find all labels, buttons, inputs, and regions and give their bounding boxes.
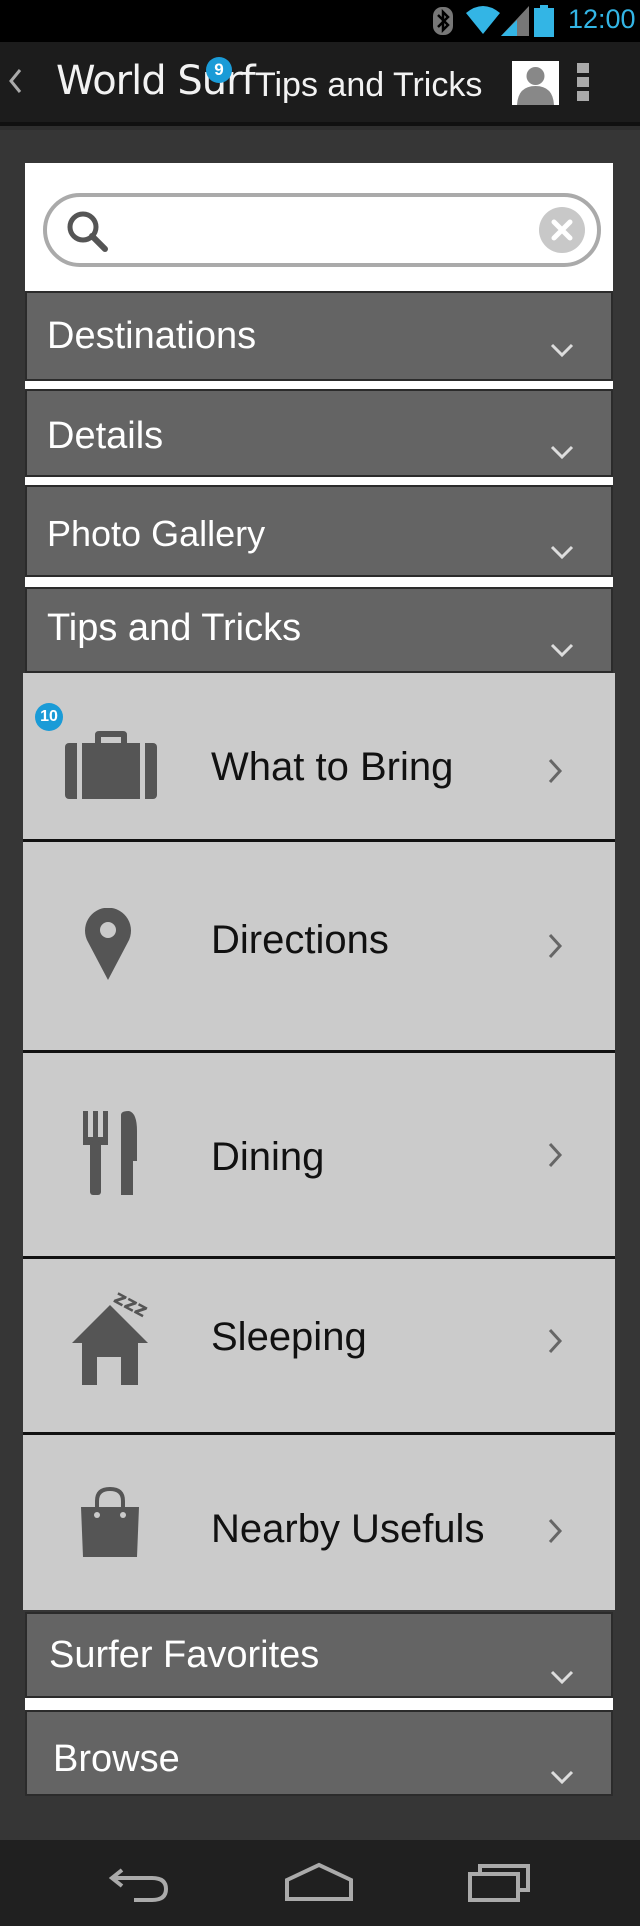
item-label: Nearby Usefuls xyxy=(211,1507,485,1551)
item-label: Directions xyxy=(211,918,389,962)
page-title: Tips and Tricks xyxy=(255,66,483,104)
section-destinations[interactable]: Destinations xyxy=(25,291,613,381)
back-nav-icon[interactable] xyxy=(108,1862,170,1907)
list-item-dining[interactable]: Dining xyxy=(23,1053,615,1259)
chevron-down-icon xyxy=(549,1652,575,1695)
item-label: Dining xyxy=(211,1135,325,1179)
suitcase-icon xyxy=(65,731,157,804)
notification-badge: 9 xyxy=(206,57,232,83)
bluetooth-icon xyxy=(432,6,454,41)
section-photo-gallery[interactable]: Photo Gallery xyxy=(25,485,613,577)
list-item-sleeping[interactable]: zzz Sleeping xyxy=(23,1259,615,1435)
search-container xyxy=(25,163,613,291)
section-surfer-favorites[interactable]: Surfer Favorites xyxy=(25,1612,613,1698)
divider xyxy=(25,1698,613,1710)
section-label: Browse xyxy=(53,1738,180,1780)
section-label: Photo Gallery xyxy=(47,513,266,554)
status-bar: 12:00 xyxy=(0,0,640,42)
map-pin-icon xyxy=(85,907,131,985)
section-label: Tips and Tricks xyxy=(47,607,302,649)
section-label: Details xyxy=(47,415,164,457)
back-chevron-icon[interactable] xyxy=(6,64,24,107)
section-tips-and-tricks[interactable]: Tips and Tricks xyxy=(25,587,613,673)
item-badge: 10 xyxy=(35,703,63,731)
battery-icon xyxy=(534,5,554,42)
section-details[interactable]: Details xyxy=(25,389,613,477)
section-label: Surfer Favorites xyxy=(49,1634,320,1676)
recent-apps-icon[interactable] xyxy=(468,1862,532,1907)
chevron-down-icon xyxy=(549,625,575,668)
house-zzz-icon: zzz xyxy=(65,1279,161,1394)
clear-icon[interactable] xyxy=(539,207,585,253)
search-icon xyxy=(65,209,111,260)
shopping-bag-icon xyxy=(77,1486,143,1562)
chevron-right-icon xyxy=(547,1141,563,1174)
chevron-down-icon xyxy=(549,1752,575,1795)
signal-icon xyxy=(501,6,529,41)
overflow-menu-icon[interactable] xyxy=(577,63,591,107)
clock: 12:00 xyxy=(568,4,636,34)
item-label: What to Bring xyxy=(211,745,454,789)
chevron-down-icon xyxy=(549,527,575,570)
chevron-right-icon xyxy=(547,932,563,965)
divider xyxy=(25,477,613,485)
fork-knife-icon xyxy=(83,1111,139,1200)
section-browse[interactable]: Browse xyxy=(25,1710,613,1796)
chevron-down-icon xyxy=(549,427,575,470)
action-bar: World Surf 9 Tips and Tricks xyxy=(0,42,640,126)
chevron-down-icon xyxy=(549,325,575,368)
chevron-right-icon xyxy=(547,757,563,790)
item-label: Sleeping xyxy=(211,1315,367,1359)
chevron-right-icon xyxy=(547,1327,563,1360)
search-input[interactable] xyxy=(43,193,601,267)
home-nav-icon[interactable] xyxy=(284,1862,354,1907)
divider xyxy=(25,577,613,587)
list-item-what-to-bring[interactable]: 10 What to Bring xyxy=(23,673,615,842)
list-item-nearby-usefuls[interactable]: Nearby Usefuls xyxy=(23,1435,615,1610)
system-nav-bar xyxy=(0,1840,640,1926)
user-avatar-icon[interactable] xyxy=(512,61,559,105)
list-item-directions[interactable]: Directions xyxy=(23,842,615,1053)
wifi-icon xyxy=(466,5,500,40)
chevron-right-icon xyxy=(547,1517,563,1550)
divider xyxy=(25,381,613,389)
section-label: Destinations xyxy=(47,315,257,357)
